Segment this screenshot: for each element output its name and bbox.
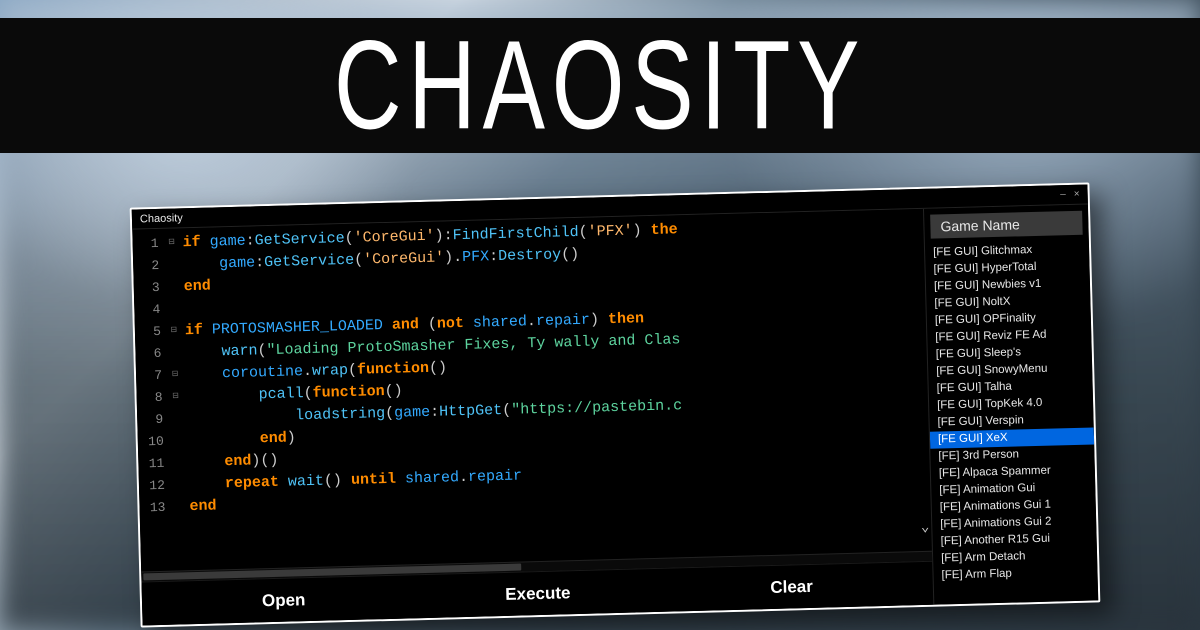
fold-toggle-icon[interactable]: ⊟ [164, 232, 179, 254]
sidebar-header[interactable]: Game Name [930, 211, 1083, 239]
fold-toggle-icon [169, 408, 184, 430]
line-number: 4 [134, 299, 161, 322]
line-number: 10 [138, 431, 165, 454]
line-number: 9 [137, 409, 164, 432]
line-number: 7 [136, 365, 163, 388]
fold-toggle-icon [170, 452, 185, 474]
window-controls: – × [1060, 189, 1080, 201]
script-list[interactable]: [FE GUI] Glitchmax[FE GUI] HyperTotal[FE… [925, 241, 1098, 605]
editor-pane: 12345678910111213 ⊟⊟⊟⊟ if game:GetServic… [132, 209, 933, 626]
line-number: 11 [138, 453, 165, 476]
fold-toggle-icon [171, 496, 186, 518]
line-number: 5 [135, 321, 162, 344]
line-number: 6 [135, 343, 162, 366]
line-number: 2 [133, 255, 160, 278]
scroll-down-icon[interactable]: ⌄ [921, 517, 930, 539]
fold-toggle-icon [166, 298, 181, 320]
fold-toggle-icon[interactable]: ⊟ [168, 364, 183, 386]
code-lines[interactable]: if game:GetService('CoreGui'):FindFirstC… [178, 209, 932, 570]
window-title: Chaosity [140, 212, 183, 225]
fold-toggle-icon [165, 254, 180, 276]
app-window: Chaosity – × 12345678910111213 ⊟⊟⊟⊟ if g… [130, 183, 1101, 628]
fold-toggle-icon [165, 276, 180, 298]
line-number: 8 [136, 387, 163, 410]
fold-toggle-icon [167, 342, 182, 364]
script-sidebar: Game Name [FE GUI] Glitchmax[FE GUI] Hyp… [923, 205, 1098, 605]
fold-toggle-icon[interactable]: ⊟ [167, 320, 182, 342]
fold-toggle-icon [170, 430, 185, 452]
fold-toggle-icon[interactable]: ⊟ [168, 386, 183, 408]
window-body: 12345678910111213 ⊟⊟⊟⊟ if game:GetServic… [132, 205, 1098, 626]
open-button[interactable]: Open [242, 583, 326, 617]
line-number: 12 [139, 475, 166, 498]
minimize-icon[interactable]: – [1060, 189, 1066, 200]
list-item[interactable]: [FE] Arm Flap [933, 563, 1097, 584]
line-number: 1 [132, 233, 159, 256]
code-editor[interactable]: 12345678910111213 ⊟⊟⊟⊟ if game:GetServic… [132, 209, 932, 572]
clear-button[interactable]: Clear [750, 570, 833, 604]
banner: CHAOSITY [0, 18, 1200, 153]
close-icon[interactable]: × [1074, 189, 1080, 200]
line-number: 3 [133, 277, 160, 300]
line-number: 13 [139, 497, 166, 520]
fold-toggle-icon [171, 474, 186, 496]
banner-title: CHAOSITY [334, 12, 866, 158]
execute-button[interactable]: Execute [485, 576, 591, 611]
